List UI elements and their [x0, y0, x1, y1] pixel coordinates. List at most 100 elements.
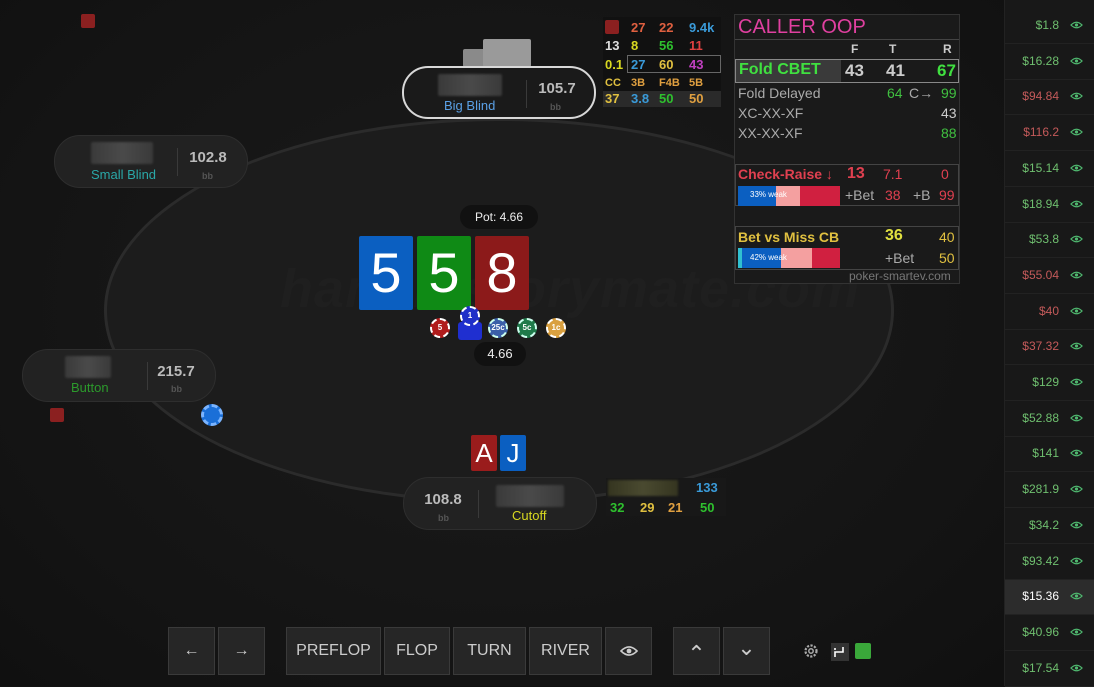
eye-icon[interactable] [1070, 557, 1083, 565]
check-raise-v5: 99 [939, 187, 955, 203]
hand-list-item[interactable]: $93.42 [1005, 545, 1094, 580]
hud-stat: 27 [631, 20, 646, 35]
hud-stat: 50 [689, 91, 704, 106]
eye-icon[interactable] [1070, 307, 1083, 315]
hand-amount: $94.84 [1022, 89, 1059, 104]
bb-unit: bb [171, 384, 182, 394]
hand-list-item[interactable]: $129 [1005, 366, 1094, 401]
hand-amount: $16.28 [1022, 53, 1059, 68]
hand-list-item[interactable]: $16.28 [1005, 45, 1094, 80]
hand-amount: $1.8 [1035, 18, 1059, 32]
hand-list-item[interactable]: $37.32 [1005, 330, 1094, 366]
seat-button[interactable]: Button 215.7 bb [22, 349, 216, 402]
eye-icon[interactable] [1070, 342, 1083, 350]
hand-list-item[interactable]: $53.8 [1005, 223, 1094, 259]
hand-list-item[interactable]: $17.54 [1005, 652, 1094, 687]
hand-amount: $40.96 [1022, 624, 1059, 639]
eye-icon[interactable] [1070, 628, 1083, 636]
seat-big-blind[interactable]: Big Blind 105.7 bb [402, 66, 596, 119]
dealer-chip-icon [201, 404, 223, 426]
eye-icon[interactable] [1070, 57, 1083, 65]
player-name-blurred [65, 356, 111, 378]
seat-stack: 102.8 [189, 149, 227, 166]
seat-small-blind[interactable]: Small Blind 102.8 bb [54, 135, 248, 188]
seat-divider [478, 490, 479, 518]
eye-icon[interactable] [1070, 485, 1083, 493]
hud-stat: 43 [689, 57, 704, 72]
bar-label: 42% weak [750, 253, 787, 262]
hand-list-item[interactable]: $141 [1005, 437, 1094, 473]
seat-stack: 215.7 [157, 363, 195, 380]
chart-toggle-icon[interactable] [831, 643, 849, 661]
hand-list-item[interactable]: $18.94 [1005, 188, 1094, 223]
status-indicator-icon[interactable] [855, 643, 871, 659]
eye-icon[interactable] [1070, 414, 1083, 422]
preflop-button[interactable]: PREFLOP [286, 627, 381, 675]
check-raise-label: Check-Raise ↓ [738, 166, 833, 182]
hud-stat: 21 [668, 500, 683, 515]
seat-stack: 105.7 [538, 80, 576, 97]
eye-icon[interactable] [1070, 21, 1083, 29]
gear-icon[interactable] [802, 642, 820, 660]
eye-icon[interactable] [1070, 378, 1083, 386]
eye-icon[interactable] [1070, 235, 1083, 243]
river-button[interactable]: RIVER [529, 627, 602, 675]
hand-amount: $40 [1038, 303, 1059, 318]
hand-history-list[interactable]: $1.8 $16.28 $94.84 $116.2 $15.14 $18.94 $53.8 $… [1004, 0, 1094, 687]
hud-cutoff[interactable]: 133 32 29 21 50 [606, 478, 726, 516]
bb-unit: bb [438, 513, 449, 523]
bet-vs-miss-v3: 50 [939, 250, 955, 266]
hand-list-item[interactable]: $281.9 [1005, 473, 1094, 509]
col-header: R [943, 42, 952, 56]
forward-button[interactable]: → [218, 627, 265, 675]
seat-divider [526, 80, 527, 108]
player-name-blurred [496, 485, 564, 507]
eye-icon[interactable] [1070, 164, 1083, 172]
eye-toggle-button[interactable] [605, 627, 652, 675]
eye-icon[interactable] [1070, 200, 1083, 208]
hand-list-item[interactable]: $40.96 [1005, 616, 1094, 651]
hand-list-item[interactable]: $34.2 [1005, 509, 1094, 544]
down-button[interactable]: ⌄ [723, 627, 770, 675]
hand-amount: $34.2 [1028, 517, 1059, 532]
hand-list-item[interactable]: $116.2 [1005, 116, 1094, 152]
chip-icon: 25c [488, 318, 508, 338]
hand-amount: $17.54 [1022, 660, 1059, 675]
hand-list-item[interactable]: $55.04 [1005, 259, 1094, 294]
seat-stack: 108.8 [424, 491, 462, 508]
seat-position-label: Button [71, 380, 109, 395]
hand-list-item[interactable]: $52.88 [1005, 402, 1094, 437]
eye-icon[interactable] [1070, 521, 1083, 529]
hud-stat: 9.4k [689, 20, 715, 35]
hand-list-item[interactable]: $1.8 [1005, 9, 1094, 44]
hand-amount: $52.88 [1022, 410, 1059, 425]
board-card: 5 [359, 236, 413, 310]
hud-stat: 56 [659, 38, 674, 53]
up-button[interactable]: ⌃ [673, 627, 720, 675]
check-raise-bar: 33% weak [738, 186, 840, 206]
eye-icon[interactable] [1070, 271, 1083, 279]
hand-list-item[interactable]: $94.84 [1005, 80, 1094, 116]
seat-cutoff[interactable]: 108.8 bb Cutoff [403, 477, 597, 530]
hand-list-item[interactable]: $15.14 [1005, 152, 1094, 187]
bet-vs-miss-bar: 42% weak [738, 248, 840, 268]
plus-bet-label: +Bet [885, 250, 915, 266]
eye-icon[interactable] [1070, 128, 1083, 136]
seat-divider [147, 362, 148, 390]
hud-stat: 133 [696, 480, 718, 495]
back-button[interactable]: ← [168, 627, 215, 675]
turn-button[interactable]: TURN [453, 627, 526, 675]
hand-list-item[interactable]: $40 [1005, 295, 1094, 330]
hud-label: 3B [631, 77, 646, 89]
flop-button[interactable]: FLOP [384, 627, 450, 675]
hud-big-blind[interactable]: 27 22 9.4k 13 8 56 11 0.1 27 60 43 CC 3B… [603, 17, 721, 107]
eye-icon[interactable] [1070, 92, 1083, 100]
hand-list-item[interactable]: $15.36 [1005, 580, 1094, 616]
red-marker-icon [50, 408, 64, 422]
eye-icon[interactable] [1070, 449, 1083, 457]
check-raise-v3: 0 [941, 166, 949, 182]
eye-icon[interactable] [1070, 592, 1083, 600]
eye-icon[interactable] [1070, 664, 1083, 672]
fold-delayed-label: Fold Delayed [738, 85, 821, 101]
seat-position-label: Big Blind [444, 98, 496, 113]
